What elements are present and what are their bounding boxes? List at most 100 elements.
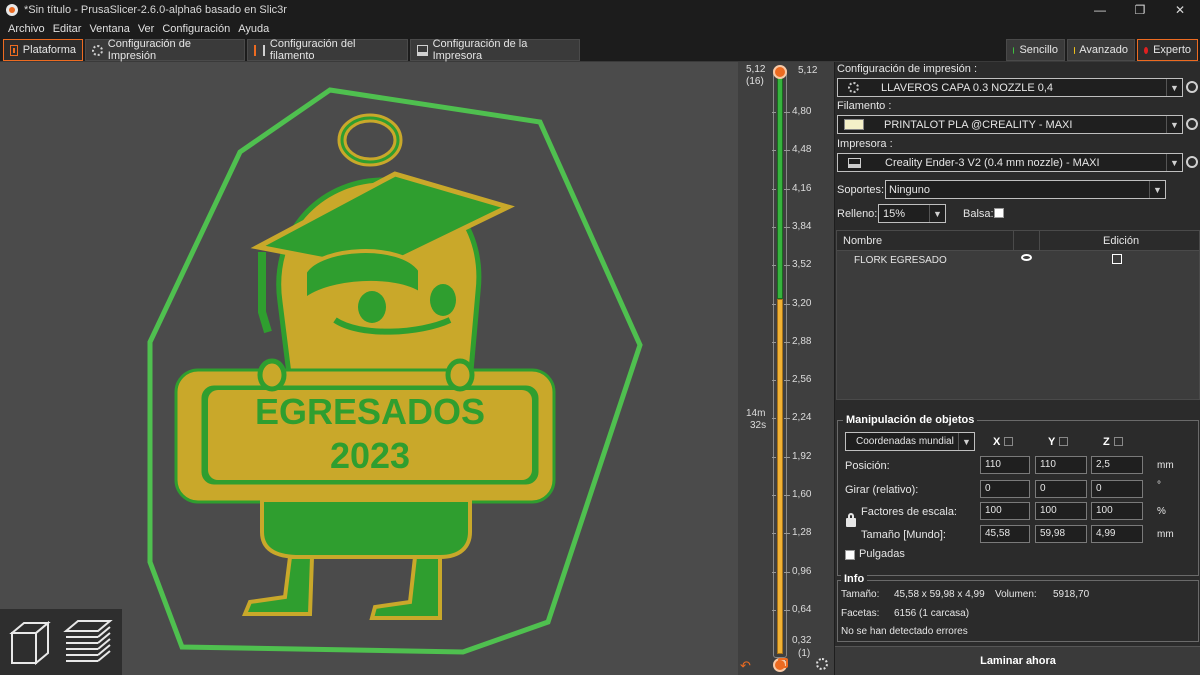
- slice-now-button[interactable]: Laminar ahora: [835, 646, 1200, 675]
- layer-range-current: [777, 72, 783, 299]
- printer-combo[interactable]: Creality Ender-3 V2 (0.4 mm nozzle) - MA…: [837, 153, 1183, 172]
- sidebar-panel: Configuración de impresión : LLAVEROS CA…: [834, 62, 1200, 675]
- info-facets-label: Facetas:: [841, 608, 880, 619]
- 3d-preview-viewport[interactable]: EGRESADOS 2023: [0, 62, 738, 675]
- layer-tick-mark: [784, 188, 790, 190]
- layer-tick-mark: [784, 571, 790, 573]
- edit-icon[interactable]: [1112, 254, 1122, 264]
- filament-gear-icon[interactable]: [1186, 118, 1198, 130]
- object-list-row[interactable]: FLORK EGRESADO: [837, 251, 1199, 271]
- object-list: Nombre Edición FLORK EGRESADO: [836, 230, 1200, 400]
- position-z-field[interactable]: 2,5: [1091, 456, 1143, 474]
- rotation-y-field[interactable]: 0: [1035, 480, 1087, 498]
- maximize-button[interactable]: ❐: [1120, 0, 1160, 20]
- coordinate-system-combo[interactable]: Coordenadas mundial ▼: [845, 432, 975, 451]
- chevron-down-icon: ▼: [1166, 154, 1182, 171]
- layer-top-height: 5,12 (16): [746, 64, 765, 88]
- minimize-button[interactable]: —: [1080, 0, 1120, 20]
- axis-z-text: Z: [1103, 436, 1110, 448]
- size-z-field[interactable]: 4,99: [1091, 525, 1143, 543]
- print-time-seconds: 32s: [750, 420, 767, 431]
- mode-expert-button[interactable]: Experto: [1137, 39, 1198, 61]
- sign-text-line1: EGRESADOS: [255, 391, 485, 432]
- printer-gear-icon[interactable]: [1186, 156, 1198, 168]
- layer-slider-upper-thumb[interactable]: [773, 65, 787, 79]
- print-settings-gear-icon[interactable]: [1186, 81, 1198, 93]
- layer-tick-label: 2,56: [792, 374, 812, 386]
- chevron-down-icon: ▼: [929, 205, 945, 222]
- tab-print-settings-label: Configuración de Impresión: [107, 38, 191, 62]
- 3d-view-cube-icon[interactable]: [6, 615, 58, 669]
- print-settings-icon: [92, 44, 103, 56]
- col-name-header[interactable]: Nombre: [843, 235, 882, 247]
- close-button[interactable]: ✕: [1160, 0, 1200, 20]
- mode-simple-button[interactable]: Sencillo: [1006, 39, 1065, 61]
- object-list-header: Nombre Edición: [837, 231, 1199, 251]
- tab-print-settings[interactable]: Configuración de Impresión: [85, 38, 245, 62]
- layer-tick-label: 4,80: [792, 106, 812, 117]
- chevron-down-icon: ▼: [1149, 181, 1165, 198]
- mode-advanced-button[interactable]: Avanzado: [1067, 39, 1135, 61]
- visibility-eye-icon[interactable]: [1021, 254, 1032, 261]
- filament-color-swatch: [844, 119, 864, 130]
- layer-top-marker: 5,12: [798, 65, 818, 76]
- size-y-field[interactable]: 59,98: [1035, 525, 1087, 543]
- brim-checkbox[interactable]: [994, 208, 1004, 218]
- menu-archivo[interactable]: Archivo: [4, 20, 49, 38]
- layer-tick-label: 0,96: [792, 565, 812, 577]
- lock-icon[interactable]: [778, 658, 788, 668]
- supports-combo[interactable]: Ninguno ▼: [885, 180, 1166, 199]
- layer-tick-dash: [772, 341, 776, 343]
- menu-ventana[interactable]: Ventana: [85, 20, 133, 38]
- scale-x-field[interactable]: 100: [980, 502, 1030, 520]
- position-y-field[interactable]: 110: [1035, 456, 1087, 474]
- scale-lock-icon[interactable]: [846, 518, 856, 527]
- tab-plataforma-label: Plataforma: [22, 44, 76, 56]
- col-edit-header[interactable]: Edición: [1103, 235, 1139, 247]
- character-leg-left: [242, 555, 315, 616]
- layer-top-height-value: 5,12: [746, 64, 766, 75]
- print-settings-label: Configuración de impresión :: [837, 63, 978, 75]
- layer-tick-mark: [784, 533, 790, 535]
- prusaslicer-logo-icon: [6, 4, 18, 16]
- rotation-z-field[interactable]: 0: [1091, 480, 1143, 498]
- info-volume-value: 5918,70: [1053, 589, 1090, 600]
- rotation-x-field[interactable]: 0: [980, 480, 1030, 498]
- undo-arrow-icon[interactable]: ↶: [740, 658, 751, 674]
- axis-y-label: Y: [1048, 436, 1069, 448]
- layer-tick-dash: [772, 609, 776, 611]
- mode-expert-label: Experto: [1153, 44, 1191, 56]
- layer-tick-label: 3,20: [792, 297, 812, 309]
- plater-icon: [10, 44, 18, 56]
- settings-cog-icon[interactable]: [816, 658, 828, 670]
- infill-combo[interactable]: 15% ▼: [878, 204, 946, 223]
- layer-tick-label: 1,28: [792, 527, 812, 539]
- print-settings-combo[interactable]: LLAVEROS CAPA 0.3 NOZZLE 0,4 ▼: [837, 78, 1183, 97]
- layer-tick-dash: [772, 456, 776, 458]
- menu-ayuda[interactable]: Ayuda: [234, 20, 273, 38]
- layer-tick-dash: [772, 380, 776, 382]
- layers-view-icon[interactable]: [62, 615, 114, 669]
- tab-printer-settings[interactable]: Configuración de la Impresora: [410, 38, 580, 62]
- scale-y-field[interactable]: 100: [1035, 502, 1087, 520]
- menu-configuracion[interactable]: Configuración: [158, 20, 234, 38]
- menu-ver[interactable]: Ver: [134, 20, 159, 38]
- layer-tick-dash: [772, 112, 776, 113]
- tab-filament-settings[interactable]: Configuración del filamento: [247, 38, 408, 62]
- character-hand-right: [445, 358, 475, 392]
- coordinate-system-value: Coordenadas mundial: [856, 436, 954, 447]
- character-eye-right: [430, 284, 456, 316]
- tab-plataforma[interactable]: Plataforma: [3, 39, 83, 61]
- inches-checkbox[interactable]: [845, 550, 855, 560]
- chevron-down-icon: ▼: [958, 433, 974, 450]
- layer-slider-panel: 5,12 (16) 5,12 4,80 4,48 4,16 3,84 3,52 3,20 2…: [738, 62, 834, 675]
- position-x-field[interactable]: 110: [980, 456, 1030, 474]
- size-x-field[interactable]: 45,58: [980, 525, 1030, 543]
- filament-combo[interactable]: PRINTALOT PLA @CREALITY - MAXI ▼: [837, 115, 1183, 134]
- scale-z-field[interactable]: 100: [1091, 502, 1143, 520]
- infill-label: Relleno:: [837, 208, 878, 220]
- filament-icon: [254, 44, 265, 56]
- supports-label: Soportes:: [837, 184, 885, 196]
- print-time-minutes: 14m: [746, 408, 766, 419]
- menu-editar[interactable]: Editar: [49, 20, 86, 38]
